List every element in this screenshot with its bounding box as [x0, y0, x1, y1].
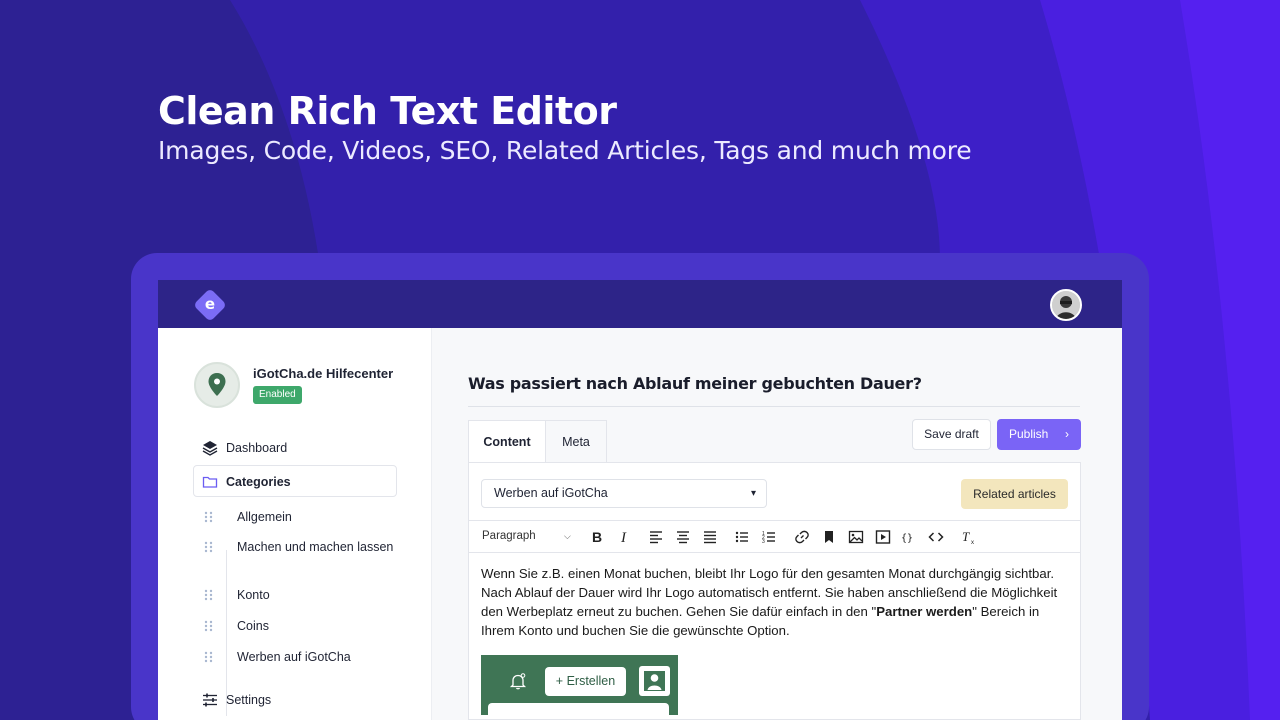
- bullet-list-icon[interactable]: [734, 529, 750, 545]
- video-icon[interactable]: [875, 529, 891, 545]
- block-format-select[interactable]: Paragraph ⌵: [482, 521, 571, 552]
- category-item[interactable]: Werben auf iGotCha: [204, 648, 404, 668]
- category-item[interactable]: Coins: [204, 617, 404, 637]
- embedded-screenshot[interactable]: + Erstellen: [481, 655, 678, 715]
- drag-handle-icon[interactable]: [204, 511, 214, 523]
- app-topbar: e: [158, 280, 1122, 328]
- publish-label: Publish: [1009, 427, 1049, 441]
- folder-icon: [202, 476, 218, 488]
- image-icon[interactable]: [848, 529, 864, 545]
- title-divider: [468, 406, 1080, 407]
- related-articles-button[interactable]: Related articles: [961, 479, 1068, 509]
- hero-subtitle: Images, Code, Videos, SEO, Related Artic…: [158, 136, 972, 165]
- svg-text:3: 3: [762, 539, 765, 545]
- sidebar-item-settings[interactable]: Settings: [194, 684, 397, 716]
- drag-handle-icon[interactable]: [204, 651, 214, 663]
- align-center-icon[interactable]: [675, 529, 691, 545]
- chevron-right-icon: ›: [1065, 427, 1069, 441]
- app-screen: e iGotCha.de Hilfecenter Enabled Dashboa…: [158, 280, 1122, 720]
- align-left-icon[interactable]: [648, 529, 664, 545]
- workspace-icon: [194, 362, 240, 408]
- app-logo-letter: e: [204, 295, 216, 313]
- category-item[interactable]: Machen und machen lassen: [204, 538, 404, 576]
- code-block-icon[interactable]: {}: [901, 529, 917, 545]
- category-item[interactable]: Konto: [204, 586, 404, 606]
- screenshot-panel: [488, 703, 669, 715]
- tab-content[interactable]: Content: [468, 420, 546, 463]
- category-select-value: Werben auf iGotCha: [494, 486, 608, 500]
- bell-icon: [509, 673, 527, 690]
- numbered-list-icon[interactable]: 1 2 3: [761, 529, 777, 545]
- category-label: Machen und machen lassen: [237, 540, 394, 554]
- sidebar-item-categories[interactable]: Categories: [193, 465, 397, 497]
- save-draft-button[interactable]: Save draft: [912, 419, 991, 450]
- editor-panel: Werben auf iGotCha ▾ Related articles Pa…: [468, 462, 1081, 720]
- layers-icon: [202, 441, 218, 456]
- bookmark-icon[interactable]: [821, 529, 837, 545]
- sidebar-item-label: Settings: [226, 693, 272, 707]
- hero-title: Clean Rich Text Editor: [158, 89, 617, 133]
- svg-text:T: T: [962, 529, 970, 544]
- sidebar-item-label: Categories: [226, 475, 291, 489]
- drag-handle-icon[interactable]: [204, 541, 214, 553]
- clear-format-icon[interactable]: T x: [961, 529, 977, 545]
- category-item[interactable]: Allgemein: [204, 508, 404, 528]
- tab-meta[interactable]: Meta: [545, 420, 607, 463]
- drag-handle-icon[interactable]: [204, 620, 214, 632]
- hero-section: Clean Rich Text Editor Images, Code, Vid…: [158, 88, 972, 168]
- editor-body[interactable]: Wenn Sie z.B. einen Monat buchen, bleibt…: [481, 564, 1071, 640]
- category-label: Coins: [237, 619, 269, 633]
- editor-toolbar: Paragraph ⌵ B I 1 2 3 {} T x: [469, 520, 1080, 553]
- article-title[interactable]: Was passiert nach Ablauf meiner gebuchte…: [468, 374, 922, 393]
- category-select[interactable]: Werben auf iGotCha ▾: [481, 479, 767, 508]
- status-badge: Enabled: [253, 386, 302, 404]
- create-button: + Erstellen: [545, 667, 626, 696]
- sidebar-item-dashboard[interactable]: Dashboard: [194, 432, 397, 464]
- block-format-value: Paragraph: [482, 530, 536, 542]
- align-justify-icon[interactable]: [702, 529, 718, 545]
- category-label: Werben auf iGotCha: [237, 650, 351, 664]
- plus-icon: +: [555, 674, 564, 688]
- user-icon: [639, 666, 670, 696]
- chevron-down-icon: ⌵: [564, 531, 571, 541]
- inline-code-icon[interactable]: [928, 529, 944, 545]
- category-label: Allgemein: [237, 510, 292, 524]
- publish-button[interactable]: Publish ›: [997, 419, 1081, 450]
- drag-handle-icon[interactable]: [204, 589, 214, 601]
- workspace-name: iGotCha.de Hilfecenter: [253, 366, 394, 381]
- avatar-photo-icon: [1052, 291, 1080, 319]
- category-label: Konto: [237, 588, 270, 602]
- italic-icon[interactable]: I: [616, 529, 632, 545]
- link-icon[interactable]: [794, 529, 810, 545]
- user-avatar[interactable]: [1050, 289, 1082, 321]
- svg-text:I: I: [620, 530, 627, 545]
- chevron-down-icon: ▾: [750, 488, 756, 499]
- main-content: Was passiert nach Ablauf meiner gebuchte…: [432, 328, 1122, 720]
- create-label: Erstellen: [566, 674, 616, 688]
- map-pin-icon: [208, 373, 226, 396]
- svg-text:{}: {}: [901, 533, 913, 544]
- body-text-bold: Partner werden: [876, 604, 973, 619]
- sliders-icon: [203, 693, 217, 707]
- person-icon: [644, 671, 665, 691]
- bold-icon[interactable]: B: [589, 529, 605, 545]
- svg-text:x: x: [971, 540, 974, 545]
- sidebar: iGotCha.de Hilfecenter Enabled Dashboard…: [158, 328, 432, 720]
- svg-text:B: B: [592, 529, 602, 545]
- sidebar-item-label: Dashboard: [226, 441, 288, 455]
